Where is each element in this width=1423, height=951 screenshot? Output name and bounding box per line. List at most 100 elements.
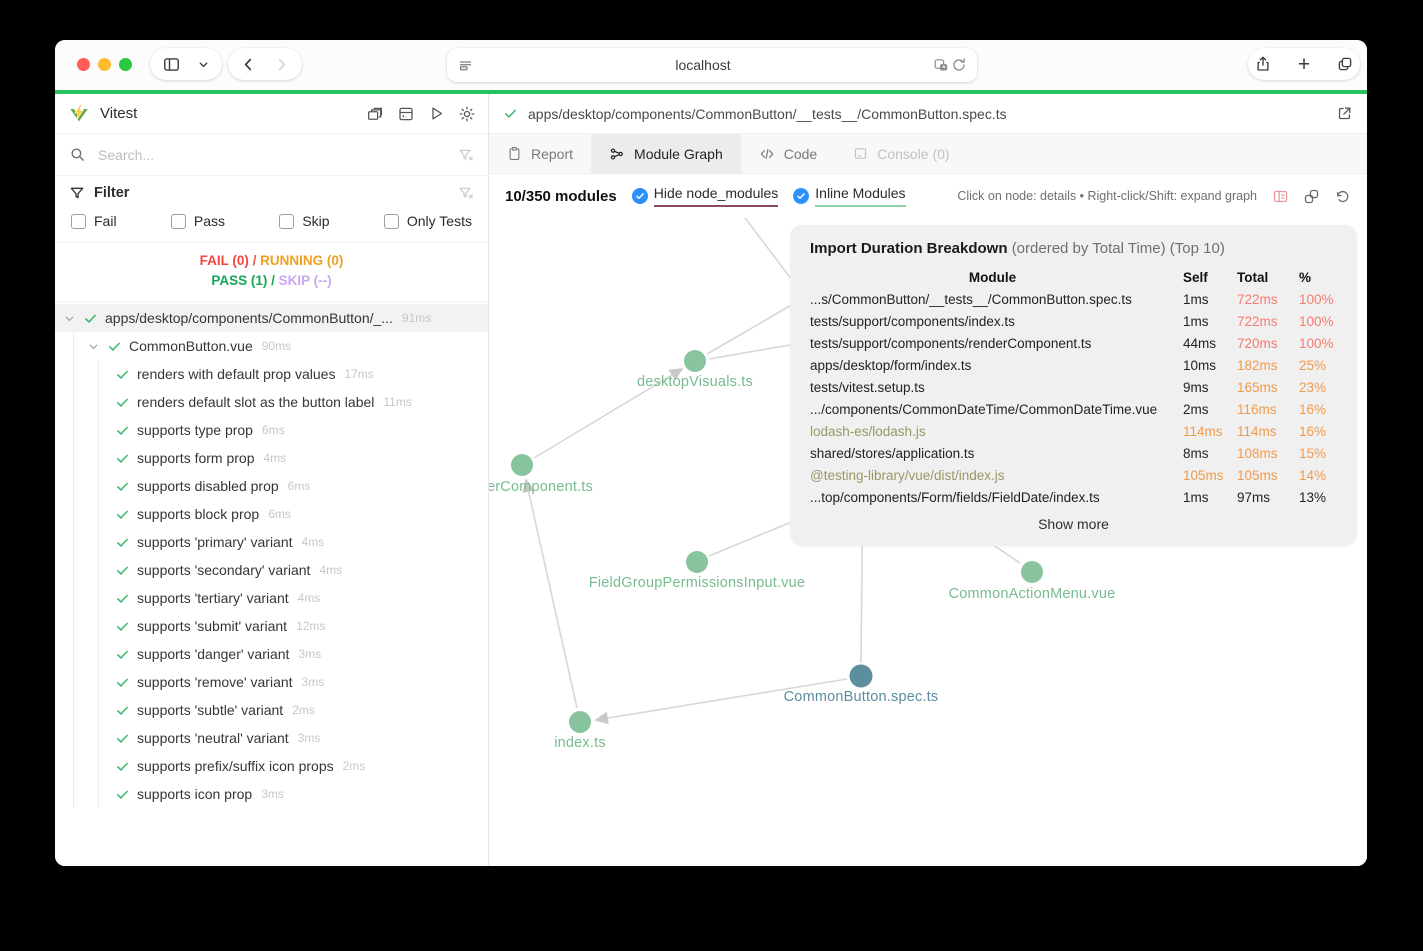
filter-option[interactable]: Fail	[71, 213, 117, 229]
share-icon[interactable]	[1246, 55, 1280, 73]
run-all-icon[interactable]	[428, 105, 445, 123]
tree-suite-row[interactable]: CommonButton.vue 90ms	[74, 332, 488, 360]
back-icon[interactable]	[232, 56, 265, 73]
chevron-down-icon[interactable]	[63, 312, 76, 325]
table-row[interactable]: tests/support/components/index.ts 1ms 72…	[810, 311, 1337, 333]
filter-option[interactable]: Only Tests	[383, 213, 472, 229]
check-icon	[115, 367, 130, 382]
hide-node-modules-toggle[interactable]: Hide node_modules	[631, 185, 779, 207]
filter-option[interactable]: Skip	[279, 213, 330, 229]
tree-test-row[interactable]: renders with default prop values 17ms	[99, 360, 488, 388]
tree-test-row[interactable]: supports icon prop 3ms	[99, 780, 488, 808]
tab-code[interactable]: Code	[741, 134, 835, 173]
checkbox[interactable]	[71, 213, 86, 229]
table-icon[interactable]	[1272, 188, 1289, 205]
filter-clear-icon[interactable]	[458, 185, 474, 201]
checkbox-checked-icon[interactable]	[793, 188, 810, 204]
table-row[interactable]: shared/stores/application.ts 8ms 108ms 1…	[810, 443, 1337, 465]
chevron-down-icon[interactable]	[189, 58, 218, 71]
tree-test-row[interactable]: supports 'remove' variant 3ms	[99, 668, 488, 696]
zoom-window-button[interactable]	[119, 58, 132, 71]
graph-node-focused[interactable]	[849, 664, 873, 688]
tab-console[interactable]: Console (0)	[835, 134, 967, 173]
panel-icon[interactable]	[397, 105, 415, 123]
minimize-window-button[interactable]	[98, 58, 111, 71]
tab-overview-icon[interactable]	[1328, 55, 1362, 73]
table-row[interactable]: apps/desktop/form/index.ts 10ms 182ms 25…	[810, 355, 1337, 377]
import-duration-panel: Import Duration Breakdown (ordered by To…	[790, 225, 1357, 546]
main-panel: apps/desktop/components/CommonButton/__t…	[489, 94, 1367, 866]
external-link-icon[interactable]	[1336, 105, 1353, 122]
reload-icon[interactable]	[951, 57, 967, 73]
tab-report[interactable]: Report	[489, 134, 591, 173]
graph-node-label: erComponent.ts	[489, 479, 593, 495]
table-row[interactable]: lodash-es/lodash.js 114ms 114ms 16%	[810, 421, 1337, 443]
separator: /	[252, 253, 257, 268]
tree-test-row[interactable]: supports 'secondary' variant 4ms	[99, 556, 488, 584]
tree-test-row[interactable]: supports 'neutral' variant 3ms	[99, 724, 488, 752]
table-row[interactable]: ...top/components/Form/fields/FieldDate/…	[810, 487, 1337, 509]
sidebar: Vitest Search... Filter Fail Pass Skip O…	[55, 94, 489, 866]
filter-option[interactable]: Pass	[170, 213, 225, 229]
close-window-button[interactable]	[77, 58, 90, 71]
app-title: Vitest	[100, 105, 138, 122]
test-label: supports 'secondary' variant	[137, 562, 311, 578]
module-graph-canvas[interactable]: desktopVisuals.ts erComponent.ts FieldGr…	[489, 218, 1367, 866]
cell-total: 182ms	[1237, 358, 1278, 373]
url-bar[interactable]: localhost	[447, 48, 977, 82]
table-row[interactable]: tests/support/components/renderComponent…	[810, 333, 1337, 355]
table-row[interactable]: .../components/CommonDateTime/CommonDate…	[810, 399, 1337, 421]
table-row[interactable]: ...s/CommonButton/__tests__/CommonButton…	[810, 289, 1337, 311]
test-time: 4ms	[301, 535, 325, 549]
checkbox-checked-icon[interactable]	[631, 188, 648, 204]
tree-file-row[interactable]: apps/desktop/components/CommonButton/_..…	[55, 304, 488, 332]
checkbox[interactable]	[170, 213, 186, 229]
tree-test-row[interactable]: supports 'submit' variant 12ms	[99, 612, 488, 640]
forward-icon[interactable]	[265, 56, 298, 73]
test-label: renders with default prop values	[137, 366, 336, 382]
graph-node[interactable]	[686, 551, 708, 573]
cell-self: 114ms	[1183, 424, 1223, 439]
new-tab-icon[interactable]: +	[1290, 54, 1318, 75]
tree-test-row[interactable]: supports block prop 6ms	[99, 500, 488, 528]
chevron-down-icon[interactable]	[87, 340, 100, 353]
sidebar-toggle-icon[interactable]	[154, 55, 189, 74]
checkbox[interactable]	[383, 213, 399, 229]
pass-count: PASS (1)	[211, 273, 268, 288]
show-more-button[interactable]: Show more	[810, 516, 1337, 532]
check-icon	[115, 619, 130, 634]
tree-test-row[interactable]: supports 'primary' variant 4ms	[99, 528, 488, 556]
graph-node[interactable]	[511, 454, 533, 476]
checkbox[interactable]	[279, 213, 295, 229]
cell-module: apps/desktop/form/index.ts	[810, 358, 972, 373]
tree-test-row[interactable]: supports 'subtle' variant 2ms	[99, 696, 488, 724]
graph-node-label: FieldGroupPermissionsInput.vue	[589, 575, 805, 591]
cell-pct: 13%	[1299, 490, 1327, 505]
reset-icon[interactable]	[1334, 188, 1351, 205]
windows-icon[interactable]	[366, 105, 384, 123]
check-icon	[115, 535, 130, 550]
search-input[interactable]	[96, 145, 448, 164]
tab-module-graph[interactable]: Module Graph	[591, 134, 741, 173]
code-icon	[759, 146, 775, 162]
table-row[interactable]: tests/vitest.setup.ts 9ms 165ms 23%	[810, 377, 1337, 399]
tree-test-row[interactable]: renders default slot as the button label…	[99, 388, 488, 416]
tree-test-row[interactable]: supports disabled prop 6ms	[99, 472, 488, 500]
tree-test-row[interactable]: supports form prop 4ms	[99, 444, 488, 472]
test-tree: apps/desktop/components/CommonButton/_..…	[55, 302, 488, 866]
graph-node[interactable]	[569, 711, 591, 733]
tree-test-row[interactable]: supports 'danger' variant 3ms	[99, 640, 488, 668]
chain-icon[interactable]	[1303, 188, 1320, 205]
theme-toggle-icon[interactable]	[458, 105, 476, 123]
tree-test-row[interactable]: supports type prop 6ms	[99, 416, 488, 444]
reader-icon[interactable]	[457, 57, 474, 74]
cell-module: shared/stores/application.ts	[810, 446, 975, 461]
tree-test-row[interactable]: supports 'tertiary' variant 4ms	[99, 584, 488, 612]
extensions-badge-icon[interactable]	[932, 57, 951, 74]
inline-modules-toggle[interactable]: Inline Modules	[793, 185, 906, 207]
tree-test-row[interactable]: supports prefix/suffix icon props 2ms	[99, 752, 488, 780]
table-row[interactable]: @testing-library/vue/dist/index.js 105ms…	[810, 465, 1337, 487]
filter-clear-icon[interactable]	[458, 147, 474, 163]
graph-node[interactable]	[684, 350, 706, 372]
graph-node[interactable]	[1021, 561, 1043, 583]
